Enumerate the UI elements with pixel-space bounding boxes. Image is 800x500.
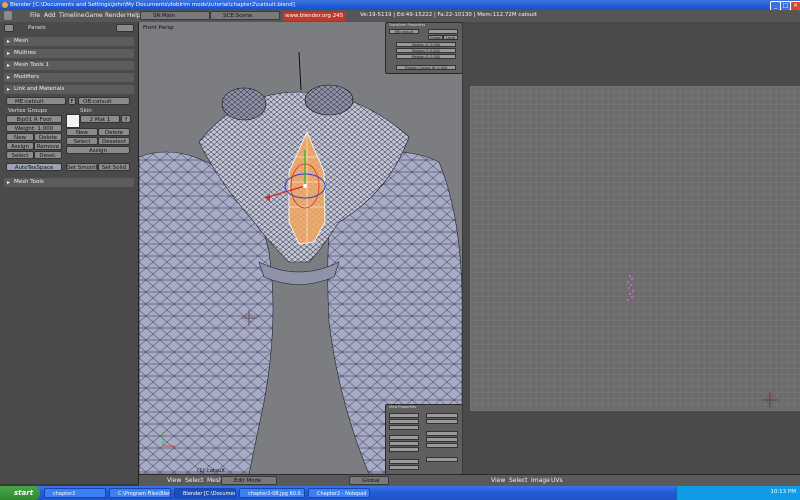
- view-field-4[interactable]: [389, 435, 419, 440]
- view-properties-panel: View Properties: [385, 404, 462, 474]
- screen-selector[interactable]: SR:Main: [140, 11, 210, 20]
- view-field-3[interactable]: [389, 425, 419, 430]
- view-field-9[interactable]: [426, 413, 458, 418]
- global-toggle[interactable]: Global: [428, 35, 443, 40]
- task-notepad[interactable]: Chapter2 - Notepad: [308, 488, 370, 498]
- fake-user-button[interactable]: F: [68, 97, 76, 105]
- blender-url[interactable]: www.blender.org 245: [283, 12, 346, 21]
- local-toggle[interactable]: Local: [443, 35, 458, 40]
- view-field-1[interactable]: [389, 413, 419, 418]
- menu-file[interactable]: File: [30, 11, 40, 21]
- vertex-groups-title: Vertex Groups: [8, 108, 48, 114]
- panel-page-field[interactable]: [116, 24, 134, 32]
- view-field-12[interactable]: [426, 437, 458, 442]
- mesh-datablock-field[interactable]: ME:catsuit: [6, 97, 66, 105]
- view-field-5[interactable]: [389, 441, 419, 446]
- transform-extra-field[interactable]: [428, 29, 458, 34]
- window-type-icon[interactable]: [4, 11, 12, 20]
- scene-selector[interactable]: SCE:Scene: [210, 11, 280, 20]
- task-blender[interactable]: Blender [C:\Documen...: [174, 488, 236, 498]
- object-datablock-field[interactable]: OB:catsuit: [78, 97, 130, 105]
- scene-stats: Ve:19-5119 | Ed:49-15222 | Fa:22-10130 |…: [360, 12, 537, 18]
- section-modifiers[interactable]: Modifiers: [4, 73, 134, 82]
- transform-properties-panel: Transform Properties ME:catsuit Global L…: [385, 22, 462, 74]
- menu-add[interactable]: Add: [44, 11, 56, 21]
- median-x-field[interactable]: Median X: 0.000: [396, 42, 456, 47]
- mat-select-button[interactable]: Select: [66, 137, 98, 145]
- view-field-14[interactable]: [426, 457, 458, 462]
- view-field-7[interactable]: [389, 459, 419, 464]
- transform-panel-title: Transform Properties: [389, 23, 426, 27]
- set-solid-button[interactable]: Set Solid: [98, 163, 130, 171]
- uv-menu-select[interactable]: Select: [509, 476, 528, 486]
- vg-assign-button[interactable]: Assign: [6, 142, 34, 150]
- uv-menu-uvs[interactable]: UVs: [551, 476, 563, 486]
- vg-new-button[interactable]: New: [6, 133, 34, 141]
- vg-delete-button[interactable]: Delete: [34, 133, 62, 141]
- material-title: Skin: [80, 108, 92, 114]
- section-link-materials[interactable]: Link and Materials: [4, 85, 134, 94]
- median-y-field[interactable]: Median Y: 0.000: [396, 48, 456, 53]
- vg-select-button[interactable]: Select: [6, 151, 34, 159]
- mat-new-button[interactable]: New: [66, 128, 98, 136]
- clock: 10:13 PM: [770, 489, 796, 495]
- section-mesh-tools[interactable]: Mesh Tools: [4, 178, 134, 187]
- blender-app-icon: [2, 2, 8, 8]
- task-image-viewer[interactable]: chapter2-08.jpg 60.0...: [239, 488, 305, 498]
- window-title: Blender [C:\Documents and Settings\John\…: [10, 2, 295, 8]
- orientation-selector[interactable]: Global: [349, 476, 389, 485]
- menu-select[interactable]: Select: [185, 476, 204, 486]
- vertex-group-selector[interactable]: Bip01 R Foot: [6, 115, 62, 123]
- mat-deselect-button[interactable]: Deselect: [98, 137, 130, 145]
- uv-islands: [627, 275, 778, 408]
- set-smooth-button[interactable]: Set Smooth: [66, 163, 98, 171]
- mat-assign-button[interactable]: Assign: [66, 146, 130, 154]
- view-field-6[interactable]: [389, 447, 419, 452]
- task-chapter2[interactable]: chapter2: [44, 488, 106, 498]
- section-mesh-tools-1[interactable]: Mesh Tools 1: [4, 61, 134, 70]
- material-dropdown[interactable]: ?: [121, 115, 131, 123]
- vg-deselect-button[interactable]: Desel.: [34, 151, 62, 159]
- start-button[interactable]: start: [0, 486, 40, 500]
- viewport-label: Front Persp: [143, 25, 174, 31]
- panels-label: Panels: [28, 25, 46, 31]
- autotexspace-button[interactable]: AutoTexSpace: [6, 163, 62, 171]
- uv-menu-image[interactable]: Image: [531, 476, 550, 486]
- mode-selector[interactable]: Edit Mode: [221, 476, 277, 485]
- panel-type-icon[interactable]: [4, 24, 14, 32]
- window-titlebar: Blender [C:\Documents and Settings\John\…: [0, 0, 800, 11]
- menu-game[interactable]: Game: [85, 11, 103, 21]
- task-program-files[interactable]: C:\Program Files\Blen...: [109, 488, 171, 498]
- menu-timeline[interactable]: Timeline: [59, 11, 85, 21]
- mat-delete-button[interactable]: Delete: [98, 128, 130, 136]
- vg-remove-button[interactable]: Remove: [34, 142, 62, 150]
- view-field-13[interactable]: [426, 443, 458, 448]
- menu-help[interactable]: Help: [127, 11, 141, 21]
- 3d-viewport[interactable]: Front Persp (1) catsuit Transform Proper…: [139, 22, 462, 474]
- uv-menu-view[interactable]: View: [491, 476, 505, 486]
- view-field-11[interactable]: [426, 431, 458, 436]
- section-mesh[interactable]: Mesh: [4, 37, 134, 46]
- weight-slider[interactable]: Weight: 1.000: [6, 124, 62, 132]
- material-color-swatch[interactable]: [66, 114, 80, 128]
- view-field-10[interactable]: [426, 419, 458, 424]
- uv-grid[interactable]: [470, 86, 800, 411]
- view-panel-title: View Properties: [389, 405, 417, 409]
- transform-name-field[interactable]: ME:catsuit: [389, 29, 419, 34]
- median-z-field[interactable]: Median Z: 0.000: [396, 54, 456, 59]
- menu-view[interactable]: View: [167, 476, 181, 486]
- material-index-field[interactable]: 2 Mat 1: [80, 115, 120, 123]
- buttons-panel: Panels Mesh Multires Mesh Tools 1 Modifi…: [0, 22, 139, 484]
- view-field-8[interactable]: [389, 465, 419, 470]
- median-crease-field[interactable]: Median Crease W: 0.000: [396, 65, 456, 70]
- menu-render[interactable]: Render: [105, 11, 126, 21]
- section-multires[interactable]: Multires: [4, 49, 134, 58]
- view-field-2[interactable]: [389, 419, 419, 424]
